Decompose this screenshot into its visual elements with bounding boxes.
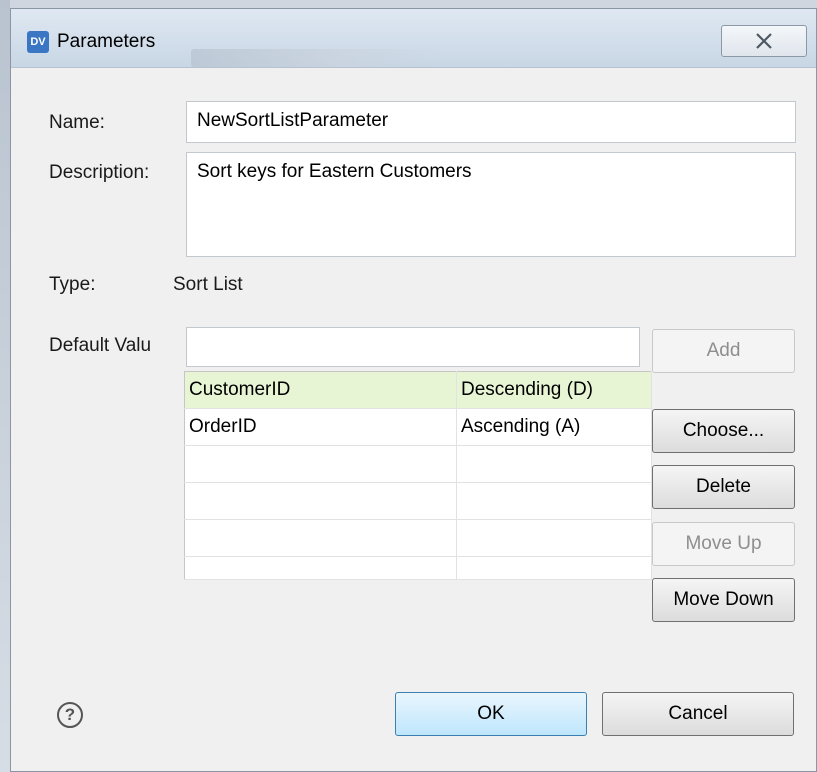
table-row[interactable] [184,445,652,483]
table-row[interactable]: OrderID Ascending (A) [184,408,652,446]
default-value-input[interactable] [186,327,640,367]
title-bar[interactable]: DV Parameters [11,9,816,68]
background-window-edge [0,0,10,772]
app-icon: DV [27,31,49,53]
description-field[interactable]: Sort keys for Eastern Customers [186,152,796,257]
column-cell [184,482,457,520]
add-button[interactable]: Add [652,329,795,373]
table-row[interactable]: CustomerID Descending (D) [184,371,652,409]
move-down-button[interactable]: Move Down [652,578,795,622]
name-label: Name: [49,112,105,133]
choose-button[interactable]: Choose... [652,409,795,453]
order-cell [456,556,652,580]
ok-button[interactable]: OK [395,692,587,736]
table-row[interactable] [184,519,652,557]
parameters-dialog: DV Parameters Name: NewSortListParameter… [10,8,817,772]
move-up-button[interactable]: Move Up [652,522,795,566]
close-x-icon [756,33,772,49]
description-label: Description: [49,162,150,183]
order-cell: Descending (D) [456,371,652,409]
order-cell: Ascending (A) [456,408,652,446]
delete-button[interactable]: Delete [652,465,795,509]
type-value: Sort List [173,274,243,295]
sort-keys-table: CustomerID Descending (D) OrderID Ascend… [184,371,652,580]
column-cell [184,445,457,483]
table-row[interactable] [184,556,652,580]
column-cell [184,519,457,557]
table-row[interactable] [184,482,652,520]
order-cell [456,445,652,483]
order-cell [456,519,652,557]
cancel-button[interactable]: Cancel [602,692,794,736]
dialog-title: Parameters [57,31,156,52]
question-circle-icon[interactable]: ? [57,702,83,728]
column-cell: OrderID [184,408,457,446]
name-field[interactable]: NewSortListParameter [186,101,796,143]
background-blur [191,49,441,67]
type-label: Type: [49,274,96,295]
default-value-label: Default Valu [49,335,152,356]
order-cell [456,482,652,520]
close-button[interactable] [721,25,807,57]
column-cell [184,556,457,580]
column-cell: CustomerID [184,371,457,409]
